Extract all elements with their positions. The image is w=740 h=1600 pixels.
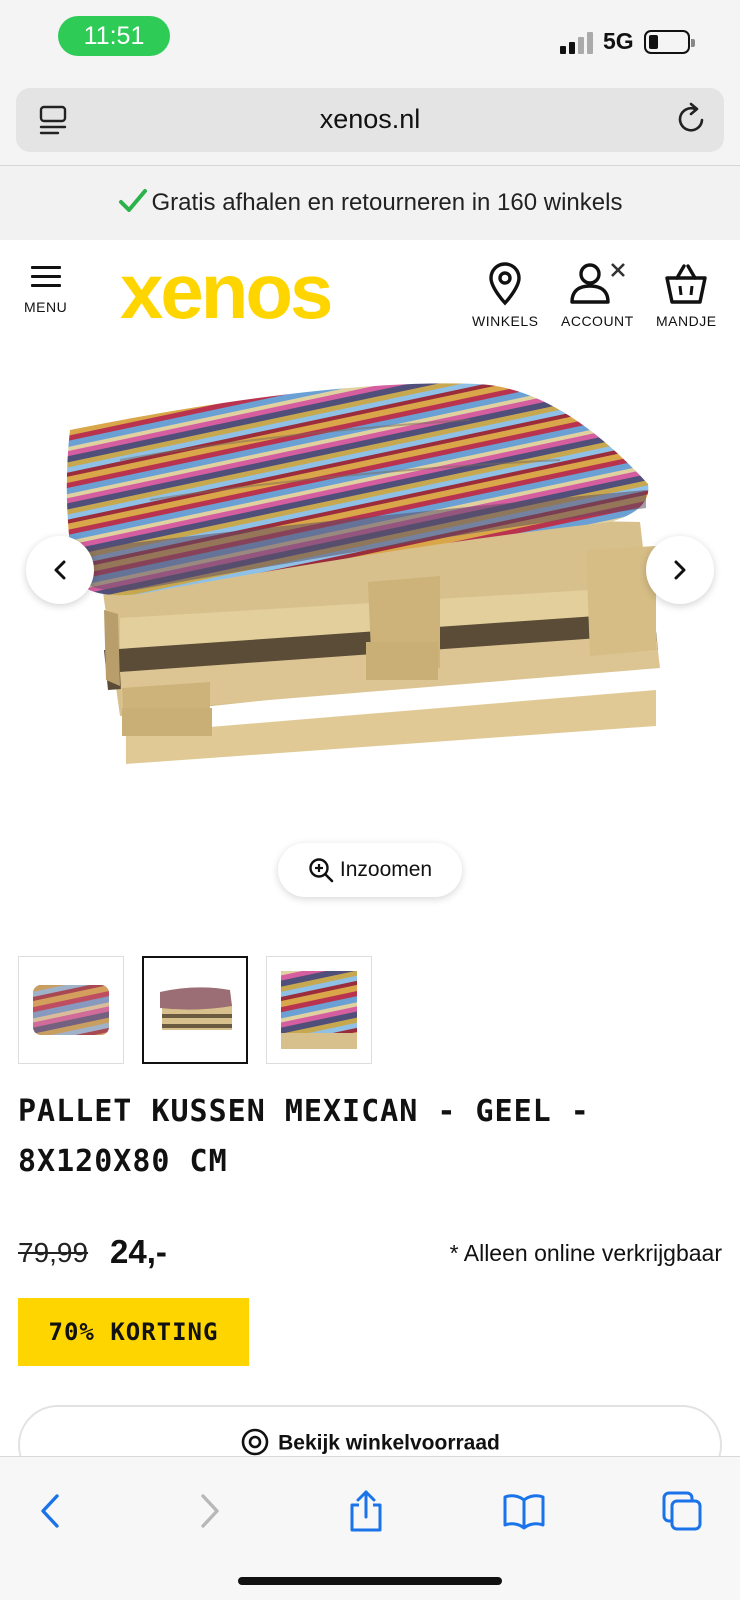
site-header: MENU xenos WINKELS ACCOUNT MANDJE: [0, 240, 740, 350]
checkmark-icon: [118, 188, 147, 212]
url-text[interactable]: xenos.nl: [16, 104, 724, 135]
basket-icon: [665, 264, 707, 304]
cart-button[interactable]: MANDJE: [656, 262, 717, 329]
network-type: 5G: [603, 28, 634, 54]
reload-icon[interactable]: [676, 102, 708, 136]
stores-button[interactable]: WINKELS: [472, 262, 539, 329]
sale-price: 24,-: [110, 1233, 167, 1270]
account-icon: [570, 263, 626, 304]
thumbnail-3[interactable]: [266, 956, 372, 1064]
hamburger-icon: [30, 266, 61, 287]
back-button[interactable]: [26, 1487, 74, 1535]
share-icon: [350, 1490, 382, 1532]
status-bar: 11:51 5G: [0, 0, 740, 88]
thumbnail-1[interactable]: [18, 956, 124, 1064]
stock-button-label: Bekijk winkelvoorraad: [278, 1431, 500, 1455]
account-label: ACCOUNT: [561, 313, 634, 329]
address-bar[interactable]: xenos.nl: [16, 88, 724, 152]
stores-label: WINKELS: [472, 313, 539, 329]
chevron-left-icon: [54, 560, 66, 580]
logo-text: xenos: [120, 258, 331, 330]
thumbnail-image: [281, 971, 357, 1049]
original-price: 79,99: [18, 1237, 89, 1268]
tabs-icon: [662, 1491, 702, 1531]
share-button[interactable]: [342, 1487, 390, 1535]
thumbnail-image: [33, 985, 109, 1035]
browser-toolbar: [0, 1456, 740, 1600]
forward-button[interactable]: [186, 1487, 234, 1535]
promo-text: Gratis afhalen en retourneren in 160 win…: [151, 189, 623, 216]
zoom-button[interactable]: Inzoomen: [278, 843, 462, 897]
home-indicator: [238, 1577, 502, 1585]
promo-banner: Gratis afhalen en retourneren in 160 win…: [0, 166, 740, 240]
menu-button[interactable]: MENU: [24, 262, 67, 315]
thumbnail-image: [160, 987, 232, 1030]
chevron-left-icon: [41, 1494, 59, 1528]
cellular-signal-icon: [560, 30, 596, 54]
zoom-in-icon: [309, 858, 334, 883]
product-title: PALLET KUSSEN MEXICAN - GEEL - 8X120X80 …: [18, 1094, 590, 1179]
cart-label: MANDJE: [656, 313, 717, 329]
bookmarks-button[interactable]: [500, 1487, 548, 1535]
product-image[interactable]: [0, 350, 740, 820]
availability-note: * Alleen online verkrijgbaar: [449, 1240, 722, 1266]
tabs-button[interactable]: [658, 1487, 706, 1535]
browser-address-area: xenos.nl: [0, 88, 740, 166]
previous-image-button[interactable]: [26, 536, 94, 604]
location-target-icon: [241, 1428, 269, 1456]
thumbnail-2[interactable]: [142, 956, 248, 1064]
zoom-label: Inzoomen: [339, 858, 433, 881]
discount-badge: 70% KORTING: [18, 1298, 249, 1366]
chevron-right-icon: [674, 560, 686, 580]
next-image-button[interactable]: [646, 536, 714, 604]
book-icon: [503, 1494, 545, 1530]
product-gallery: [0, 350, 740, 820]
xenos-logo[interactable]: xenos: [120, 258, 360, 330]
menu-label: MENU: [24, 299, 68, 315]
battery-icon: [644, 30, 695, 54]
location-pin-icon: [489, 262, 521, 306]
account-button[interactable]: ACCOUNT: [561, 262, 634, 329]
chevron-right-icon: [201, 1494, 219, 1528]
status-time: 11:51: [58, 16, 170, 56]
